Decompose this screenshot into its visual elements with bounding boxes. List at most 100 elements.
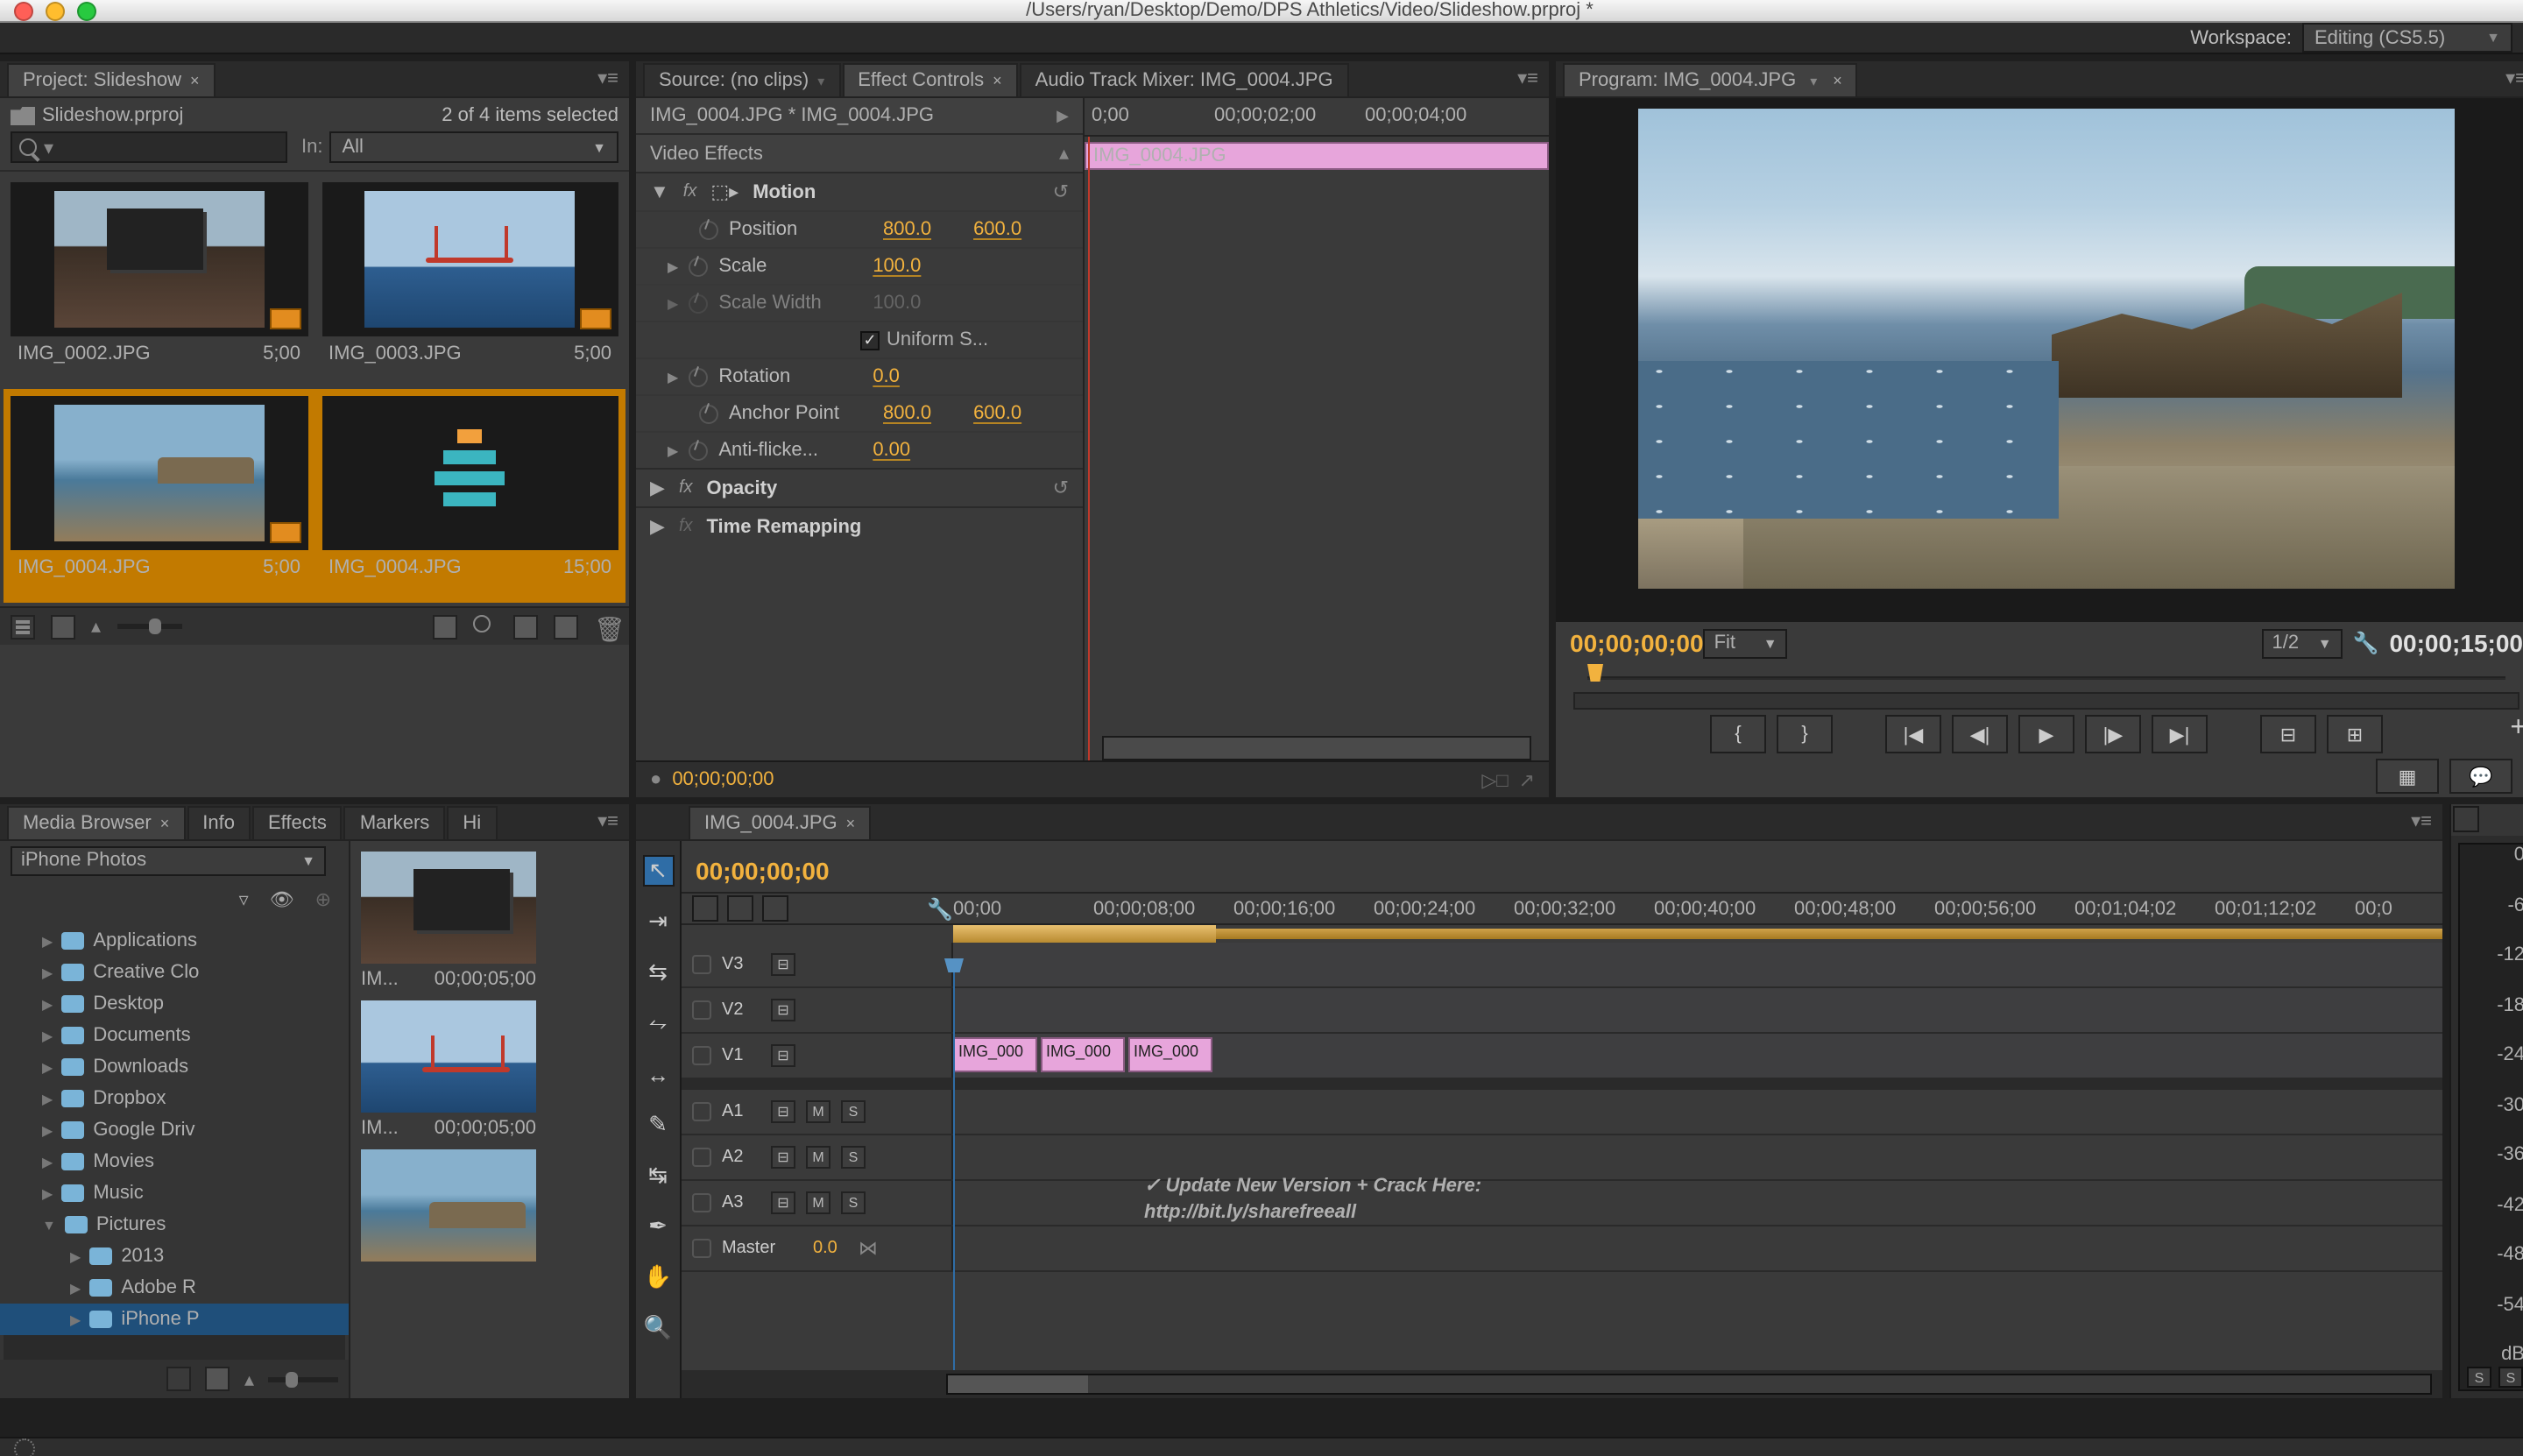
project-item[interactable]: IMG_0003.JPG5;00 (314, 175, 625, 389)
media-thumb[interactable]: IM...00;00;05;00 (361, 852, 536, 990)
toggle-output[interactable]: ⊟ (771, 1100, 795, 1123)
playhead[interactable] (953, 969, 955, 1370)
hand-tool[interactable]: ✋ (642, 1262, 674, 1293)
step-back-button[interactable]: ◀| (1952, 715, 2008, 753)
lock-icon[interactable] (692, 1046, 711, 1065)
panel-menu-icon[interactable]: ▾≡ (1517, 67, 1538, 89)
project-item[interactable]: IMG_0002.JPG5;00 (4, 175, 314, 389)
timeline-timecode[interactable]: 00;00;00;00 (696, 857, 830, 885)
stopwatch-icon[interactable] (689, 257, 708, 276)
go-to-in-button[interactable]: |◀ (1885, 715, 1941, 753)
lock-icon[interactable] (692, 1193, 711, 1212)
stopwatch-icon[interactable] (699, 220, 718, 239)
settings-icon[interactable]: 🔧 (2353, 631, 2379, 655)
lock-icon[interactable] (692, 1102, 711, 1121)
anchor-x[interactable]: 800.0 (883, 403, 931, 424)
slip-tool[interactable]: ↹ (642, 1160, 674, 1191)
folder-movies[interactable]: ▶Movies (0, 1146, 349, 1177)
tab-effect-controls[interactable]: Effect Controls× (842, 63, 1017, 96)
gear-icon[interactable] (14, 1438, 35, 1456)
project-item[interactable]: IMG_0004.JPG15;00 (314, 389, 625, 603)
folder-desktop[interactable]: ▶Desktop (0, 988, 349, 1020)
snap-button[interactable] (692, 895, 718, 922)
lift-button[interactable]: ⊟ (2260, 715, 2316, 753)
close-icon[interactable]: × (993, 72, 1002, 89)
tab-media-browser[interactable]: Media Browser× (7, 806, 185, 839)
media-source-select[interactable]: iPhone Photos▼ (11, 845, 326, 875)
mute-button[interactable]: M (806, 1100, 830, 1123)
solo-button[interactable]: S (841, 1100, 866, 1123)
project-search[interactable]: ▾ (11, 131, 287, 163)
program-scrubber[interactable] (1570, 664, 2523, 692)
stopwatch-icon[interactable] (699, 404, 718, 423)
tab-hi[interactable]: Hi (447, 806, 497, 839)
selection-tool[interactable]: ↖ (642, 855, 674, 887)
play-button[interactable]: ▶ (2018, 715, 2074, 753)
ec-clip-bar[interactable]: IMG_0004.JPG (1085, 142, 1549, 170)
mb-hscroll[interactable] (4, 1335, 345, 1360)
position-y[interactable]: 600.0 (973, 219, 1021, 240)
timeline-settings-icon[interactable]: 🔧 (927, 896, 953, 921)
uniform-checkbox[interactable]: ✓ (860, 330, 880, 350)
position-x[interactable]: 800.0 (883, 219, 931, 240)
video-track-v3[interactable]: V3⊟ (682, 943, 2442, 988)
close-icon[interactable]: × (190, 72, 200, 89)
new-bin-icon[interactable] (513, 614, 538, 639)
anchor-y[interactable]: 600.0 (973, 403, 1021, 424)
in-filter-select[interactable]: All▼ (329, 131, 618, 163)
audio-track-a2[interactable]: A2⊟MS (682, 1135, 2442, 1181)
audio-meter[interactable]: 0-6-12-18-24-30-36-42-48-54dB S S (2458, 843, 2523, 1391)
toggle-output[interactable]: ⊟ (771, 1191, 795, 1214)
project-item[interactable]: IMG_0004.JPG5;00 (4, 389, 314, 603)
effect-motion-label[interactable]: Motion (753, 181, 816, 202)
reset-icon[interactable]: ↺ (1053, 180, 1069, 203)
solo-button[interactable]: S (841, 1191, 866, 1214)
workspace-select[interactable]: Editing (CS5.5)▼ (2302, 23, 2512, 53)
razor-tool[interactable]: ✎ (642, 1109, 674, 1141)
folder-dropbox[interactable]: ▶Dropbox (0, 1083, 349, 1114)
pen-tool[interactable]: ✒ (642, 1211, 674, 1242)
folder-2013[interactable]: ▶2013 (0, 1240, 349, 1272)
stopwatch-icon[interactable] (689, 441, 708, 460)
toggle-output[interactable]: ⊟ (771, 953, 795, 976)
effect-motion-pin[interactable]: ⬚▸ (710, 180, 739, 203)
video-track-v2[interactable]: V2⊟ (682, 988, 2442, 1034)
extract-button[interactable]: ⊞ (2327, 715, 2383, 753)
find-icon[interactable] (473, 614, 498, 639)
folder-google driv[interactable]: ▶Google Driv (0, 1114, 349, 1146)
stopwatch-icon[interactable] (689, 367, 708, 386)
panel-menu-icon[interactable]: ▾≡ (2411, 809, 2432, 832)
tab-markers[interactable]: Markers (344, 806, 445, 839)
folder-pictures[interactable]: ▼Pictures (0, 1209, 349, 1240)
timeline-hscroll[interactable] (682, 1370, 2442, 1398)
marker-button[interactable] (762, 895, 788, 922)
filter-icon[interactable]: ▿ (239, 887, 249, 910)
panel-menu-icon[interactable]: ▾≡ (597, 809, 618, 832)
folder-iphone p[interactable]: ▶iPhone P (0, 1304, 349, 1335)
timeline-clip[interactable]: IMG_000 (953, 1037, 1037, 1072)
preview-icon[interactable]: 👁 (270, 887, 294, 910)
panel-menu-icon[interactable]: ▾≡ (597, 67, 618, 89)
go-to-out-button[interactable]: ▶| (2152, 715, 2208, 753)
resolution-select[interactable]: 1/2▼ (2262, 628, 2343, 658)
add-button-icon[interactable]: + (2510, 713, 2523, 745)
timeline-clip[interactable]: IMG_000 (1041, 1037, 1125, 1072)
ingest-icon[interactable]: ⊕ (315, 887, 331, 910)
mute-button[interactable]: M (806, 1191, 830, 1214)
close-icon[interactable]: × (1833, 72, 1842, 89)
close-window[interactable] (14, 1, 33, 20)
automate-icon[interactable] (433, 614, 457, 639)
solo-button[interactable]: S (841, 1146, 866, 1169)
tab-info[interactable]: Info (187, 806, 251, 839)
folder-applications[interactable]: ▶Applications (0, 925, 349, 957)
tab-source[interactable]: Source: (no clips)▾ (643, 63, 840, 96)
new-item-icon[interactable] (554, 614, 578, 639)
program-canvas[interactable] (1556, 98, 2523, 622)
video-track-v1[interactable]: V1⊟IMG_000IMG_000IMG_000 (682, 1034, 2442, 1079)
folder-creative clo[interactable]: ▶Creative Clo (0, 957, 349, 988)
program-bar-zoom[interactable] (1573, 692, 2519, 710)
lock-icon[interactable] (692, 1000, 711, 1020)
ripple-tool[interactable]: ⇆ (642, 957, 674, 988)
mute-button[interactable]: M (806, 1146, 830, 1169)
tab-sequence[interactable]: IMG_0004.JPG× (689, 806, 871, 839)
